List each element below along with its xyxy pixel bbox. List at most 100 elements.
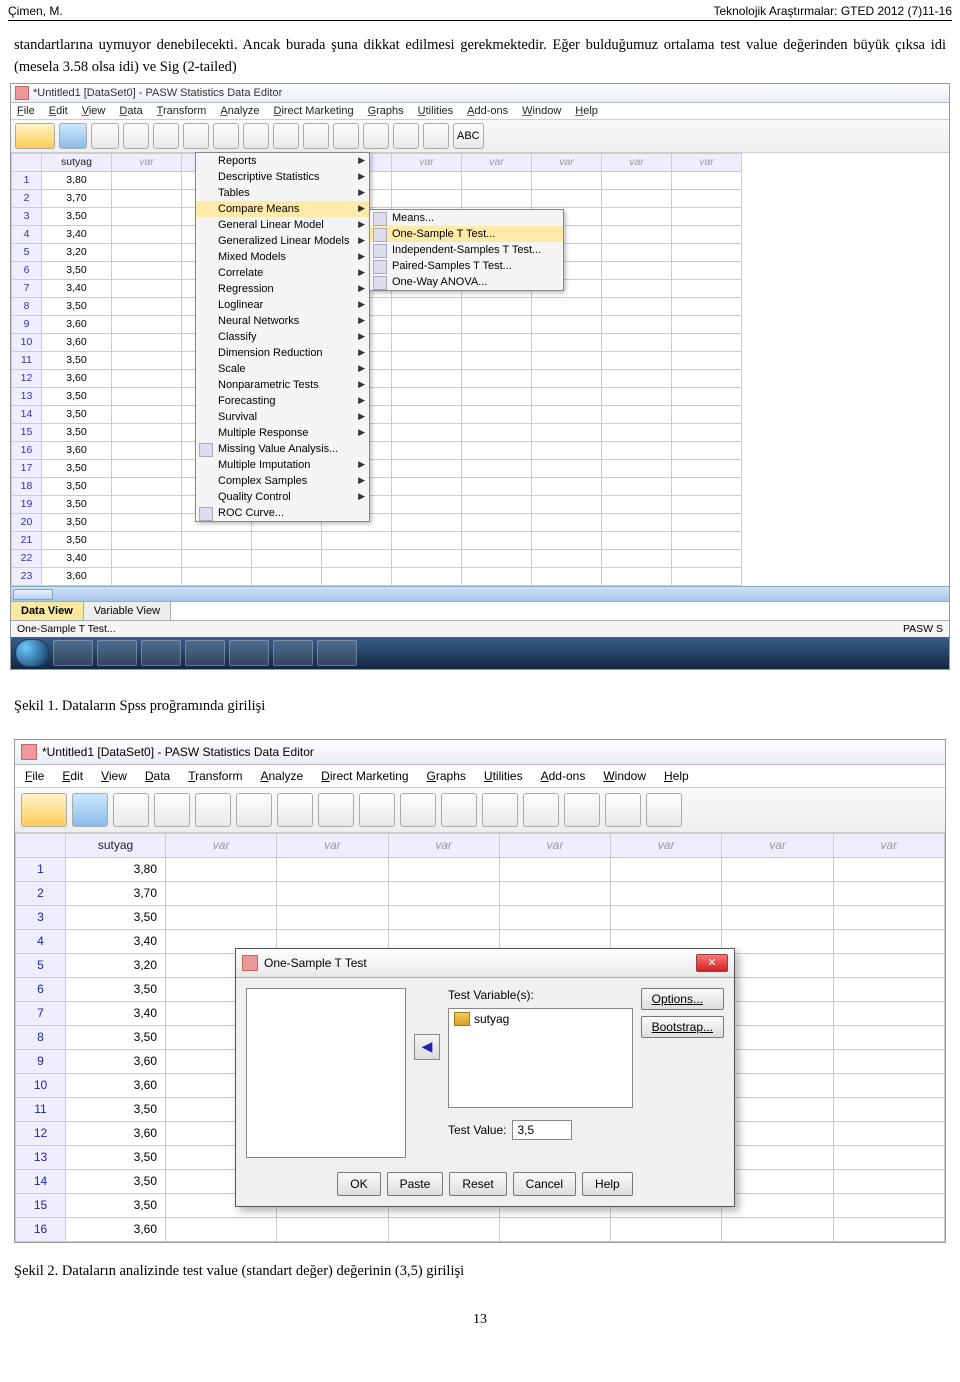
table-row[interactable]: 13,80 <box>12 171 742 189</box>
menu-item-complex-samples[interactable]: Complex Samples▶ <box>196 473 369 489</box>
table-row[interactable]: 103,60 <box>12 333 742 351</box>
use-sets-button[interactable] <box>423 123 449 149</box>
table-row[interactable]: 173,50 <box>12 459 742 477</box>
insert-var-button[interactable] <box>441 793 477 827</box>
goto-var-button[interactable] <box>318 793 354 827</box>
table-row[interactable]: 163,60 <box>16 1217 945 1241</box>
bootstrap-button[interactable]: Bootstrap... <box>641 1016 724 1038</box>
menu-window[interactable]: Window <box>603 769 646 783</box>
variable-view-tab[interactable]: Variable View <box>84 602 171 620</box>
menu-file[interactable]: File <box>25 769 44 783</box>
options-button[interactable]: Options... <box>641 988 724 1010</box>
taskbar-ie-icon[interactable] <box>53 640 93 666</box>
data-view-tab[interactable]: Data View <box>11 602 84 620</box>
redo-button[interactable] <box>183 123 209 149</box>
recall-button[interactable] <box>154 793 190 827</box>
submenu-item-paired-samples-t-test-[interactable]: Paired-Samples T Test... <box>370 258 563 274</box>
menu-analyze[interactable]: Analyze <box>260 769 303 783</box>
menu-window[interactable]: Window <box>522 105 561 117</box>
toolbar-button[interactable] <box>123 123 149 149</box>
menu-direct-marketing[interactable]: Direct Marketing <box>273 105 353 117</box>
menu-data[interactable]: Data <box>119 105 142 117</box>
menu-item-survival[interactable]: Survival▶ <box>196 409 369 425</box>
taskbar-spss-icon[interactable] <box>317 640 357 666</box>
open-button[interactable] <box>21 793 67 827</box>
table-row[interactable]: 23,70 <box>16 881 945 905</box>
menu-item-dimension-reduction[interactable]: Dimension Reduction▶ <box>196 345 369 361</box>
table-row[interactable]: 33,50 <box>16 905 945 929</box>
menu-utilities[interactable]: Utilities <box>484 769 523 783</box>
menu-item-quality-control[interactable]: Quality Control▶ <box>196 489 369 505</box>
table-row[interactable]: 213,50 <box>12 531 742 549</box>
save-button[interactable] <box>59 123 87 149</box>
table-row[interactable]: 183,50 <box>12 477 742 495</box>
menu-item-descriptive-statistics[interactable]: Descriptive Statistics▶ <box>196 169 369 185</box>
menu-edit[interactable]: Edit <box>62 769 83 783</box>
submenu-item-means-[interactable]: Means... <box>370 210 563 226</box>
horizontal-scrollbar[interactable] <box>11 586 949 601</box>
menu-add-ons[interactable]: Add-ons <box>467 105 508 117</box>
find-button[interactable] <box>359 793 395 827</box>
submenu-item-independent-samples-t-test-[interactable]: Independent-Samples T Test... <box>370 242 563 258</box>
test-variables-list[interactable]: sutyag <box>448 1008 633 1108</box>
start-button[interactable] <box>15 639 49 667</box>
menu-item-multiple-response[interactable]: Multiple Response▶ <box>196 425 369 441</box>
menu-item-multiple-imputation[interactable]: Multiple Imputation▶ <box>196 457 369 473</box>
menu-item-correlate[interactable]: Correlate▶ <box>196 265 369 281</box>
table-row[interactable]: 13,80 <box>16 857 945 881</box>
print-button[interactable] <box>113 793 149 827</box>
menu-item-forecasting[interactable]: Forecasting▶ <box>196 393 369 409</box>
menu-utilities[interactable]: Utilities <box>418 105 453 117</box>
goto-case-button[interactable] <box>277 793 313 827</box>
split-button[interactable] <box>482 793 518 827</box>
weight-button[interactable] <box>333 123 359 149</box>
value-labels-button[interactable] <box>605 793 641 827</box>
table-row[interactable]: 123,60 <box>12 369 742 387</box>
menu-direct-marketing[interactable]: Direct Marketing <box>321 769 408 783</box>
compare-means-submenu[interactable]: Means...One-Sample T Test...Independent-… <box>369 209 564 291</box>
find-button[interactable] <box>243 123 269 149</box>
move-variable-button[interactable]: ◀ <box>414 1034 440 1060</box>
menu-item-reports[interactable]: Reports▶ <box>196 153 369 169</box>
value-labels-button[interactable] <box>393 123 419 149</box>
print-button[interactable] <box>91 123 119 149</box>
split-button[interactable] <box>303 123 329 149</box>
insert-case-button[interactable] <box>400 793 436 827</box>
table-row[interactable]: 143,50 <box>12 405 742 423</box>
reset-button[interactable]: Reset <box>449 1172 506 1196</box>
use-sets-button[interactable] <box>646 793 682 827</box>
menu-item-general-linear-model[interactable]: General Linear Model▶ <box>196 217 369 233</box>
menu-view[interactable]: View <box>82 105 106 117</box>
menu-analyze[interactable]: Analyze <box>220 105 259 117</box>
menu-item-scale[interactable]: Scale▶ <box>196 361 369 377</box>
redo-button[interactable] <box>236 793 272 827</box>
table-row[interactable]: 193,50 <box>12 495 742 513</box>
table-row[interactable]: 153,50 <box>12 423 742 441</box>
test-value-input[interactable] <box>512 1120 572 1140</box>
menu-item-roc-curve-[interactable]: ROC Curve... <box>196 505 369 521</box>
menu-graphs[interactable]: Graphs <box>368 105 404 117</box>
select-button[interactable] <box>564 793 600 827</box>
table-row[interactable]: 93,60 <box>12 315 742 333</box>
ok-button[interactable]: OK <box>337 1172 380 1196</box>
undo-button[interactable] <box>153 123 179 149</box>
menu-item-regression[interactable]: Regression▶ <box>196 281 369 297</box>
spell-button[interactable]: ABC <box>453 123 484 149</box>
menu-item-classify[interactable]: Classify▶ <box>196 329 369 345</box>
table-row[interactable]: 23,70 <box>12 189 742 207</box>
menu-item-generalized-linear-models[interactable]: Generalized Linear Models▶ <box>196 233 369 249</box>
taskbar-word-icon[interactable] <box>141 640 181 666</box>
select-button[interactable] <box>363 123 389 149</box>
menu-item-nonparametric-tests[interactable]: Nonparametric Tests▶ <box>196 377 369 393</box>
weight-button[interactable] <box>523 793 559 827</box>
undo-button[interactable] <box>195 793 231 827</box>
table-row[interactable]: 233,60 <box>12 567 742 585</box>
menu-item-missing-value-analysis-[interactable]: Missing Value Analysis... <box>196 441 369 457</box>
analyze-menu[interactable]: Reports▶Descriptive Statistics▶Tables▶Co… <box>195 152 370 522</box>
table-row[interactable]: 133,50 <box>12 387 742 405</box>
table-row[interactable]: 203,50 <box>12 513 742 531</box>
menu-file[interactable]: File <box>17 105 35 117</box>
menu-edit[interactable]: Edit <box>49 105 68 117</box>
menu-transform[interactable]: Transform <box>157 105 207 117</box>
table-row[interactable]: 223,40 <box>12 549 742 567</box>
